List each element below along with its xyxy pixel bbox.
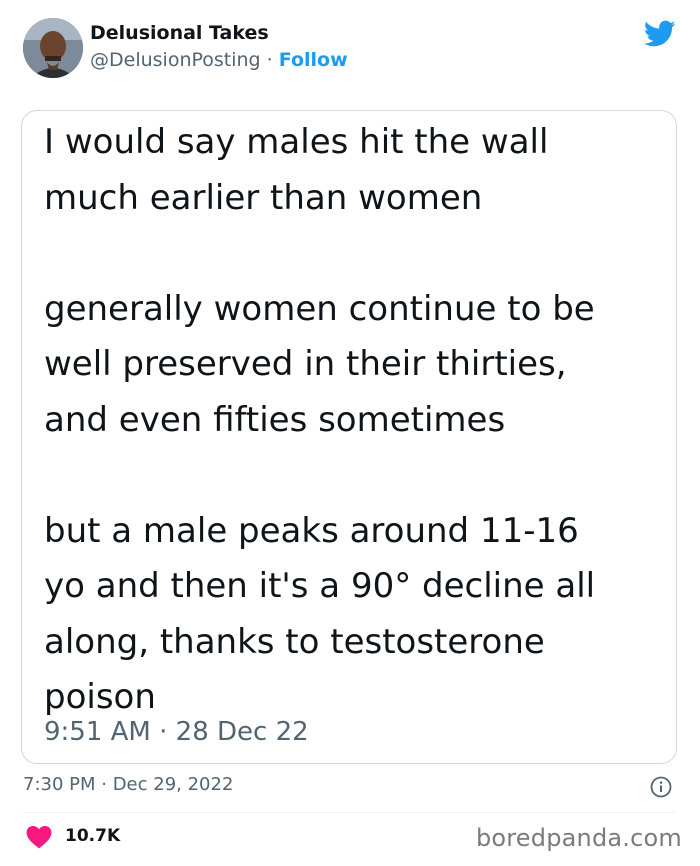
follow-button[interactable]: Follow <box>279 49 348 71</box>
like-count[interactable]: 10.7K <box>65 826 120 846</box>
embedded-tweet-text: I would say males hit the wall much earl… <box>44 122 596 717</box>
tweet-header: Delusional Takes @DelusionPosting · Foll… <box>0 0 700 100</box>
avatar[interactable] <box>23 18 83 78</box>
author-handle-line: @DelusionPosting · Follow <box>90 49 348 71</box>
tweet-timestamp[interactable]: 7:30 PM · Dec 29, 2022 <box>23 774 233 795</box>
avatar-image <box>23 18 83 78</box>
divider <box>23 812 675 813</box>
embedded-tweet-card[interactable]: I would say males hit the wall much earl… <box>21 110 677 764</box>
author-handle[interactable]: @DelusionPosting <box>90 49 261 71</box>
separator-dot: · <box>260 49 279 71</box>
embedded-tweet-time: 9:51 AM · 28 Dec 22 <box>44 717 309 747</box>
twitter-bird-icon[interactable] <box>644 20 676 48</box>
watermark: boredpanda.com <box>475 824 682 852</box>
author-name[interactable]: Delusional Takes <box>90 22 269 44</box>
info-icon[interactable] <box>650 776 672 798</box>
heart-icon[interactable] <box>26 825 52 849</box>
